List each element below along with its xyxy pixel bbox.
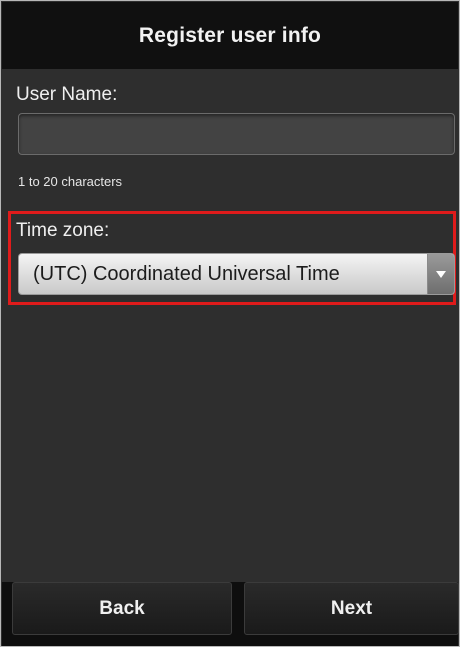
triangle-down-icon [436, 271, 446, 278]
page-title: Register user info [138, 23, 322, 47]
username-input[interactable] [18, 113, 455, 155]
next-button[interactable]: Next [244, 582, 459, 635]
form-panel: User Name: 1 to 20 characters Time zone:… [2, 69, 458, 582]
footer-bar: Back Next [2, 582, 459, 646]
screen-frame: Register user info User Name: 1 to 20 ch… [0, 0, 460, 647]
timezone-selected-value: (UTC) Coordinated Universal Time [33, 262, 340, 285]
timezone-select[interactable]: (UTC) Coordinated Universal Time [18, 253, 455, 295]
back-button[interactable]: Back [12, 582, 232, 635]
username-label: User Name: [16, 84, 118, 105]
timezone-label: Time zone: [16, 220, 110, 241]
dropdown-arrow-button[interactable] [427, 254, 454, 294]
header-bar: Register user info [2, 2, 458, 69]
username-hint: 1 to 20 characters [18, 174, 123, 189]
